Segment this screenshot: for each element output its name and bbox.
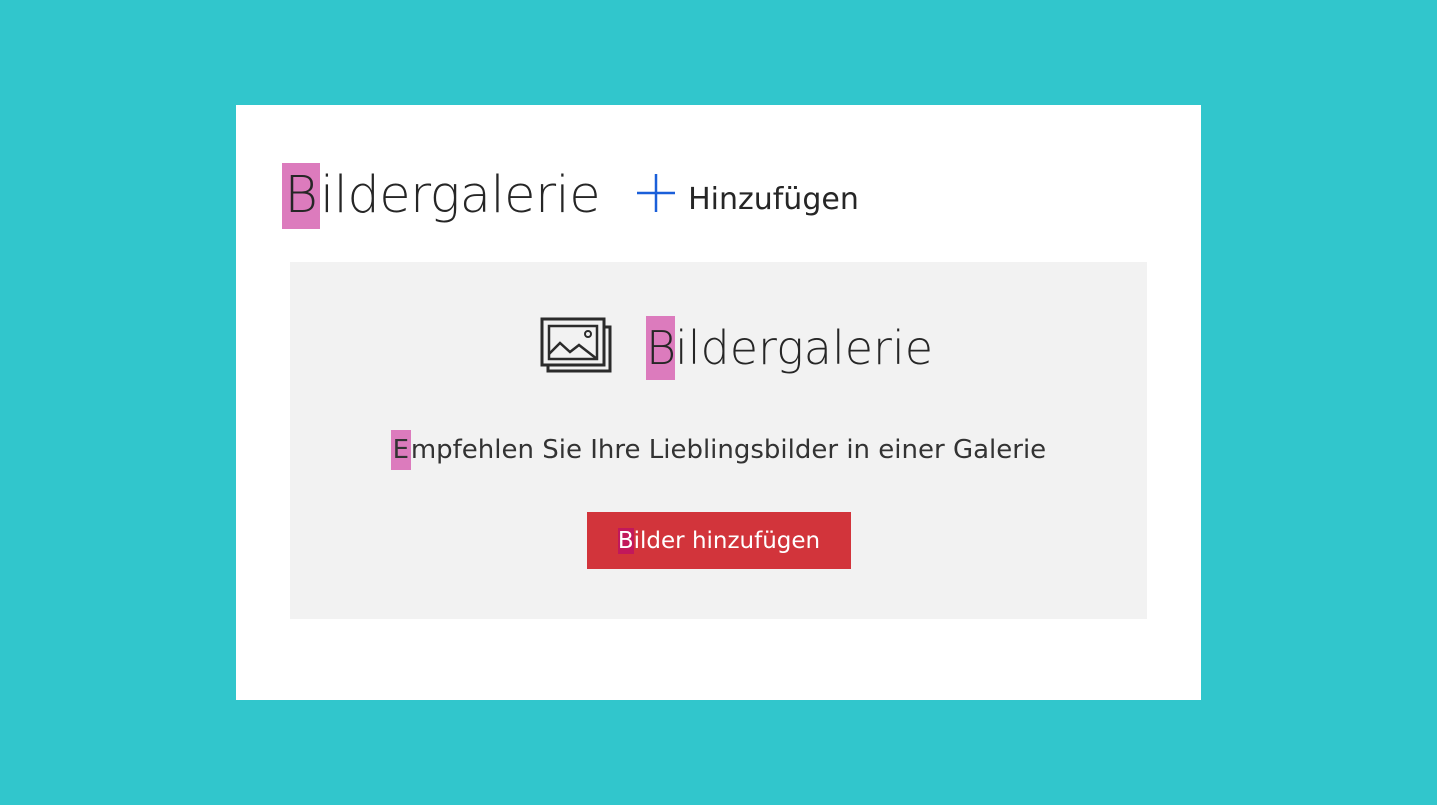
image-gallery-icon [540, 317, 616, 379]
description-highlight: E [390, 430, 411, 470]
webpart-card: Bildergalerie Hinzufügen Bildergalerie E… [236, 105, 1201, 700]
placeholder-title-text: ildergalerie [675, 321, 934, 375]
placeholder-description: Empfehlen Sie Ihre Lieblingsbilder in ei… [290, 430, 1147, 470]
webpart-header: Bildergalerie Hinzufügen [282, 163, 859, 229]
button-label: ilder hinzufügen [633, 527, 821, 554]
add-button-label: Hinzufügen [688, 181, 859, 217]
placeholder-title: Bildergalerie [646, 316, 933, 380]
title-highlight: B [282, 163, 320, 229]
gallery-placeholder: Bildergalerie Empfehlen Sie Ihre Lieblin… [290, 262, 1147, 619]
webpart-title[interactable]: Bildergalerie [282, 163, 601, 229]
placeholder-heading: Bildergalerie [540, 316, 933, 380]
plus-icon [636, 173, 676, 213]
title-text: ildergalerie [320, 166, 601, 225]
description-text: mpfehlen Sie Ihre Lieblingsbilder in ein… [410, 435, 1047, 465]
add-button[interactable]: Hinzufügen [636, 174, 859, 217]
button-highlight: B [617, 527, 634, 554]
add-images-button[interactable]: Bilder hinzufügen [587, 512, 851, 569]
placeholder-title-highlight: B [646, 316, 676, 380]
